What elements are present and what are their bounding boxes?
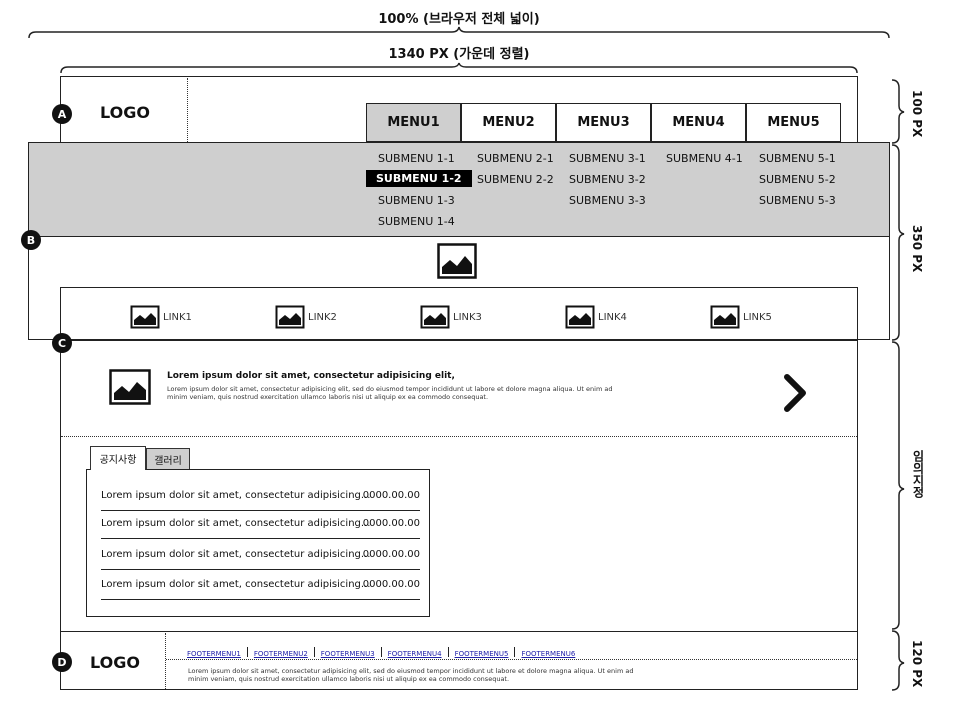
- notice-date: 0000.00.00: [362, 549, 420, 560]
- submenu-4-1[interactable]: SUBMENU 4-1: [666, 152, 743, 165]
- content-width-label: 1340 PX (가운데 정렬): [388, 47, 530, 62]
- badge-d: D: [52, 652, 72, 672]
- quick-link-5[interactable]: LINK5: [743, 312, 772, 323]
- header-logo[interactable]: LOGO: [100, 103, 150, 122]
- notice-date: 0000.00.00: [362, 518, 420, 529]
- footer-menu-3[interactable]: FOOTERMENU3: [321, 650, 375, 658]
- submenu-3-2[interactable]: SUBMENU 3-2: [569, 173, 646, 186]
- visual-image-icon: [437, 243, 477, 279]
- submenu-2-2[interactable]: SUBMENU 2-2: [477, 173, 554, 186]
- notice-row-2[interactable]: Lorem ipsum dolor sit amet, consectetur …: [101, 513, 420, 539]
- header-height-label: 100 PX: [910, 90, 924, 138]
- submenu-5-1[interactable]: SUBMENU 5-1: [759, 152, 836, 165]
- visual-height-label: 350 PX: [910, 225, 924, 273]
- submenu-1-1[interactable]: SUBMENU 1-1: [378, 152, 455, 165]
- banner-image-icon: [109, 369, 151, 405]
- banner-title: Lorem ipsum dolor sit amet, consectetur …: [167, 371, 455, 381]
- link2-image-icon: [275, 305, 305, 329]
- submenu-1-4[interactable]: SUBMENU 1-4: [378, 215, 455, 228]
- header-divider: [187, 78, 188, 142]
- badge-c: C: [52, 333, 72, 353]
- footer-menu-4[interactable]: FOOTERMENU4: [388, 650, 442, 658]
- quick-link-2[interactable]: LINK2: [308, 312, 337, 323]
- footer-logo[interactable]: LOGO: [90, 653, 140, 672]
- link5-image-icon: [710, 305, 740, 329]
- banner-body-line-2: minim veniam, quis nostrud exercitation …: [167, 393, 489, 401]
- quick-link-1[interactable]: LINK1: [163, 312, 192, 323]
- footer-text-line-2: minim veniam, quis nostrud exercitation …: [188, 675, 510, 683]
- link3-image-icon: [420, 305, 450, 329]
- quicklinks-divider: [61, 340, 857, 341]
- submenu-3-3[interactable]: SUBMENU 3-3: [569, 194, 646, 207]
- quick-link-3[interactable]: LINK3: [453, 312, 482, 323]
- footer-menu-2[interactable]: FOOTERMENU2: [254, 650, 308, 658]
- full-width-brace: [28, 26, 890, 39]
- footer-text: Lorem ipsum dolor sit amet, consectetur …: [188, 667, 708, 683]
- height-braces: [891, 79, 905, 691]
- link4-image-icon: [565, 305, 595, 329]
- notice-row-1[interactable]: Lorem ipsum dolor sit amet, consectetur …: [101, 485, 420, 511]
- menu-5[interactable]: MENU5: [746, 103, 841, 142]
- footer-menu-5[interactable]: FOOTERMENU5: [455, 650, 509, 658]
- tab-gallery[interactable]: 갤러리: [146, 448, 190, 470]
- chevron-right-icon[interactable]: [782, 373, 808, 413]
- banner-body-line-1: Lorem ipsum dolor sit amet, consectetur …: [167, 385, 613, 393]
- submenu-2-1[interactable]: SUBMENU 2-1: [477, 152, 554, 165]
- main-height-label: 임의지정: [911, 450, 925, 498]
- footer-vertical-divider: [165, 633, 166, 689]
- footer-separator: [514, 646, 516, 657]
- notice-title: Lorem ipsum dolor sit amet, consectetur …: [101, 490, 371, 501]
- footer-menu-bar: FOOTERMENU1 FOOTERMENU2 FOOTERMENU3 FOOTERM…: [187, 641, 575, 660]
- notice-date: 0000.00.00: [362, 490, 420, 501]
- quick-link-4[interactable]: LINK4: [598, 312, 627, 323]
- banner-body: Lorem ipsum dolor sit amet, consectetur …: [167, 385, 687, 401]
- menu-3[interactable]: MENU3: [556, 103, 651, 142]
- footer-separator: [246, 646, 248, 657]
- submenu-1-2[interactable]: SUBMENU 1-2: [366, 170, 472, 187]
- submenu-1-3[interactable]: SUBMENU 1-3: [378, 194, 455, 207]
- notice-row-4[interactable]: Lorem ipsum dolor sit amet, consectetur …: [101, 574, 420, 600]
- submenu-5-3[interactable]: SUBMENU 5-3: [759, 194, 836, 207]
- menu-2[interactable]: MENU2: [461, 103, 556, 142]
- banner-divider: [61, 436, 857, 437]
- footer-height-label: 120 PX: [910, 640, 924, 688]
- tab-notice[interactable]: 공지사항: [90, 446, 146, 470]
- badge-b: B: [21, 230, 41, 250]
- footer-separator: [313, 646, 315, 657]
- notice-title: Lorem ipsum dolor sit amet, consectetur …: [101, 579, 371, 590]
- footer-menu-1[interactable]: FOOTERMENU1: [187, 650, 241, 658]
- footer-separator: [447, 646, 449, 657]
- menu-4[interactable]: MENU4: [651, 103, 746, 142]
- link1-image-icon: [130, 305, 160, 329]
- notice-row-3[interactable]: Lorem ipsum dolor sit amet, consectetur …: [101, 544, 420, 570]
- notice-title: Lorem ipsum dolor sit amet, consectetur …: [101, 518, 371, 529]
- footer-text-line-1: Lorem ipsum dolor sit amet, consectetur …: [188, 667, 634, 675]
- notice-title: Lorem ipsum dolor sit amet, consectetur …: [101, 549, 371, 560]
- footer-menu-6[interactable]: FOOTERMENU6: [521, 650, 575, 658]
- submenu-3-1[interactable]: SUBMENU 3-1: [569, 152, 646, 165]
- content-width-brace: [60, 62, 858, 74]
- submenu-5-2[interactable]: SUBMENU 5-2: [759, 173, 836, 186]
- notice-date: 0000.00.00: [362, 579, 420, 590]
- full-width-label: 100% (브라우저 전체 넓이): [378, 12, 540, 27]
- footer-separator: [380, 646, 382, 657]
- menu-1[interactable]: MENU1: [366, 103, 461, 142]
- badge-a: A: [52, 104, 72, 124]
